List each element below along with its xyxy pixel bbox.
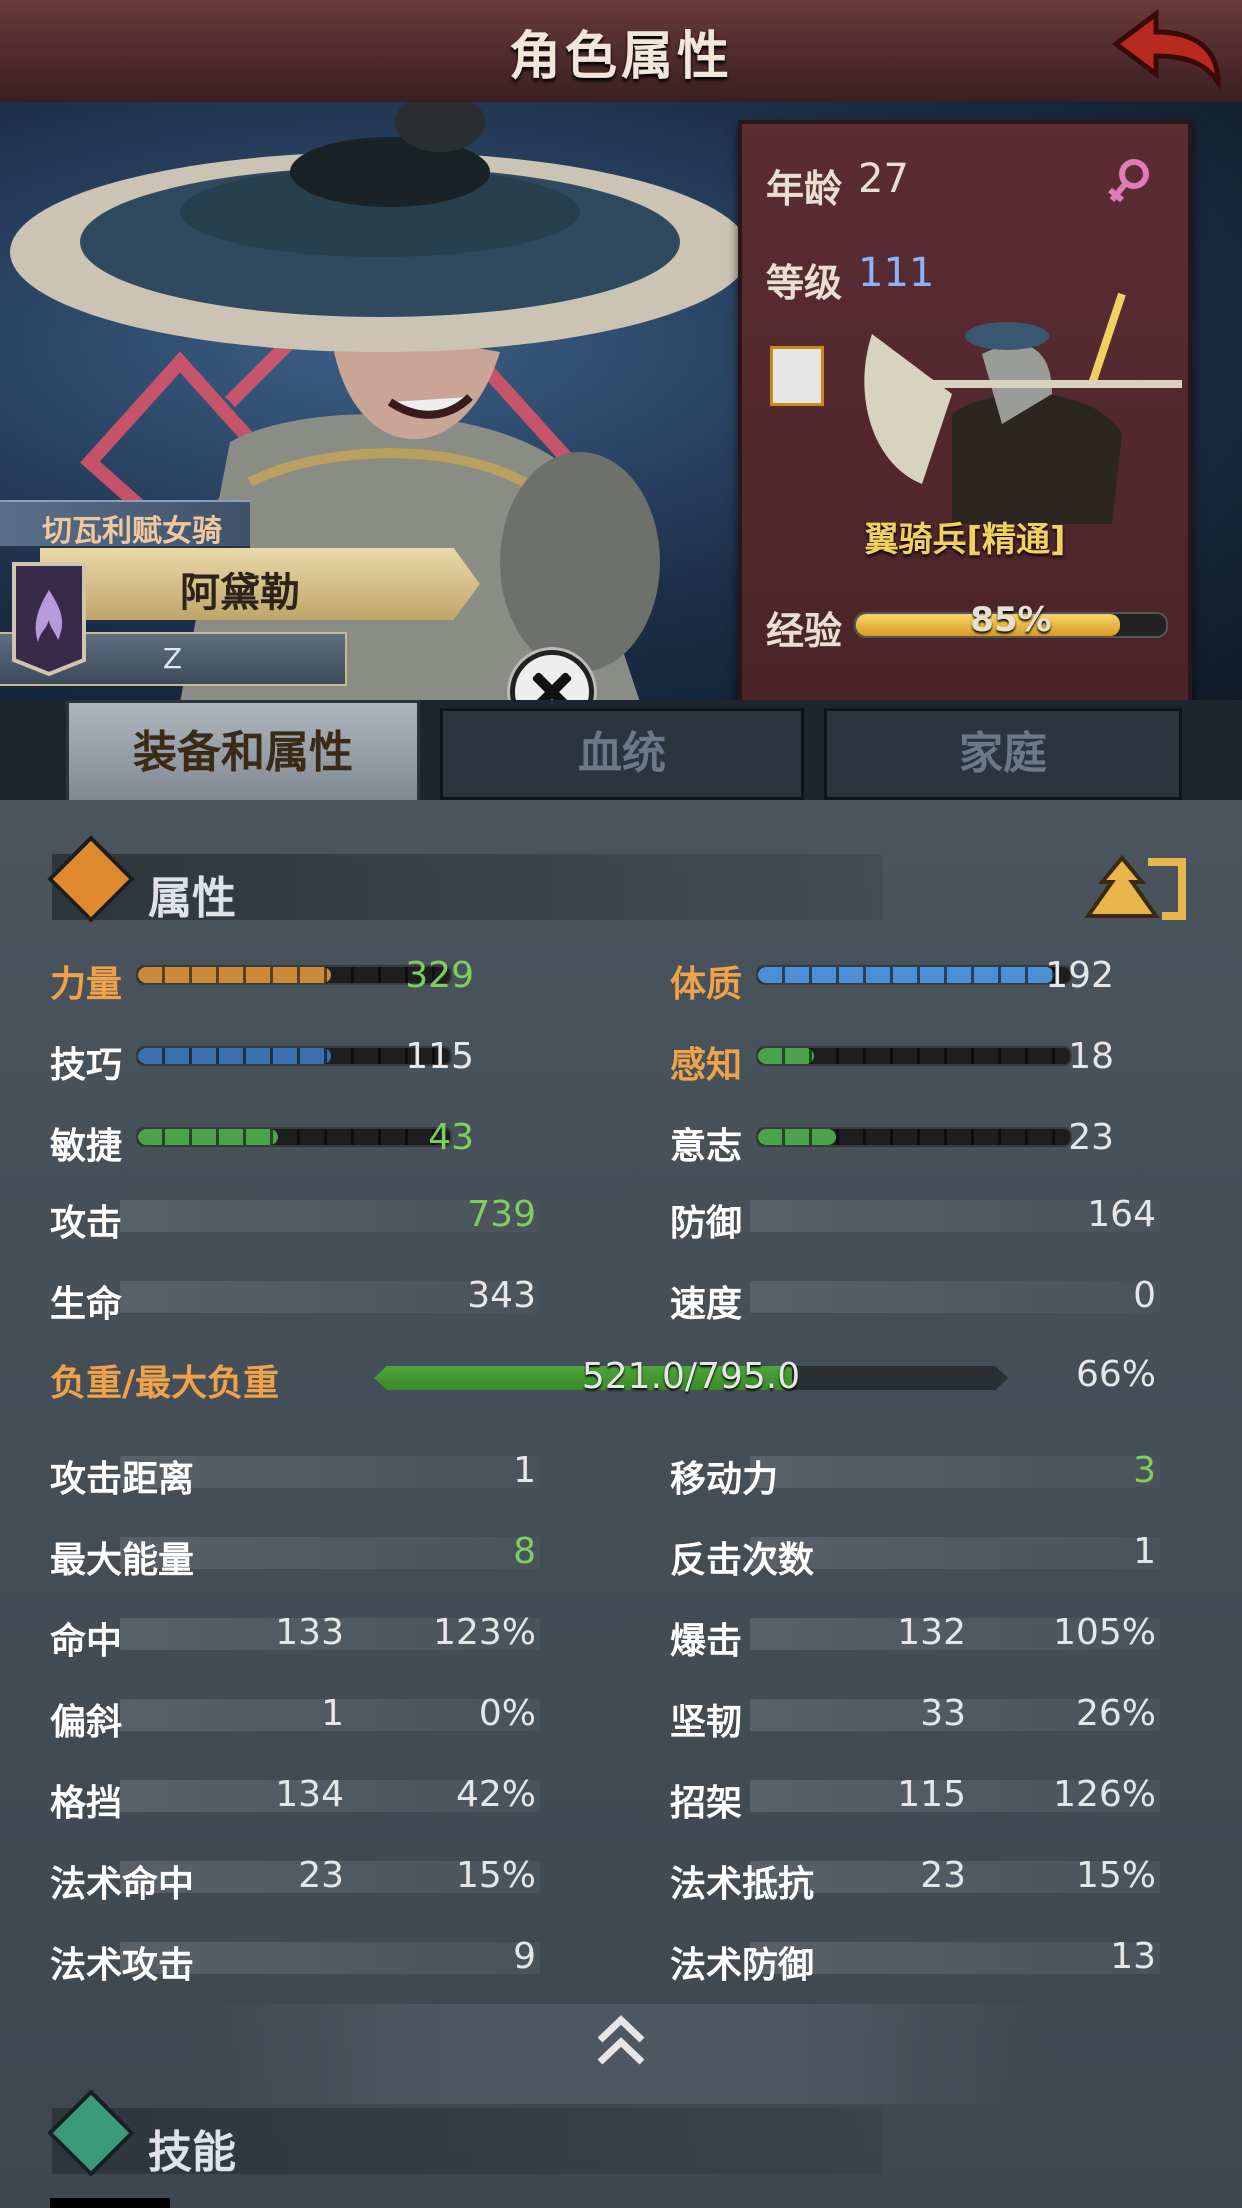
- stat-label: 法术防御: [670, 1945, 815, 1986]
- load-value: 521.0/795.0: [581, 1356, 801, 1397]
- stat-label: 偏斜: [50, 1702, 123, 1743]
- stat-label: 反击次数: [670, 1540, 815, 1581]
- stat-label: 体质: [670, 964, 743, 1005]
- class-title-plate: 切瓦利赋女骑士: [0, 500, 250, 593]
- faction-banner-icon: [12, 562, 86, 677]
- stat-label: 坚韧: [670, 1702, 743, 1743]
- chevron-up-icon[interactable]: [596, 2012, 646, 2072]
- stat-value: 739: [467, 1194, 536, 1235]
- load-label: 负重/最大负重: [50, 1363, 280, 1404]
- stat-percent: 0%: [478, 1693, 536, 1734]
- stat-value: 8: [513, 1531, 536, 1572]
- stat-value: 1: [513, 1450, 536, 1491]
- stat-percent: 15%: [455, 1855, 536, 1896]
- stat-bar-fill: [758, 1129, 836, 1145]
- stat-value: 33: [920, 1693, 966, 1734]
- stat-value: 329: [405, 955, 474, 996]
- unit-class-name: 翼骑兵[精通]: [864, 520, 1066, 560]
- stat-label: 法术命中: [50, 1864, 195, 1905]
- stat-label: 法术攻击: [50, 1945, 195, 1986]
- stat-label: 最大能量: [50, 1540, 195, 1581]
- stat-percent: 26%: [1075, 1693, 1156, 1734]
- age-value: 27: [858, 156, 909, 202]
- stat-label: 格挡: [50, 1783, 123, 1824]
- character-info-card: 年龄 27 等级 111 翼骑兵[精通] 经验 85%: [738, 120, 1192, 708]
- stat-label: 法术抵抗: [670, 1864, 815, 1905]
- load-percent: 66%: [1075, 1354, 1156, 1395]
- stat-value: 13: [1110, 1936, 1156, 1977]
- name-plate[interactable]: 阿黛勒: [40, 548, 480, 620]
- skills-section-title: 技能: [148, 2127, 236, 2178]
- tab-bar: 装备和属性 血统 家庭: [0, 700, 1242, 803]
- stat-percent: 105%: [1053, 1612, 1156, 1653]
- stat-value: 134: [275, 1774, 344, 1815]
- tab-equipment-attributes[interactable]: 装备和属性: [66, 700, 420, 803]
- stat-label: 生命: [50, 1284, 123, 1325]
- attributes-section-title: 属性: [148, 873, 236, 924]
- exp-label: 经验: [766, 609, 843, 653]
- stat-label: 移动力: [670, 1459, 779, 1500]
- title-bar: 角色属性: [0, 0, 1242, 108]
- stat-value: 9: [513, 1936, 536, 1977]
- character-name: 阿黛勒: [180, 570, 300, 616]
- stat-value: 23: [298, 1855, 344, 1896]
- stat-value: 23: [1068, 1117, 1114, 1158]
- stat-bar-fill: [138, 1048, 332, 1064]
- stat-value: 115: [897, 1774, 966, 1815]
- stat-value: 164: [1087, 1194, 1156, 1235]
- stat-percent: 126%: [1053, 1774, 1156, 1815]
- stat-value: 132: [897, 1612, 966, 1653]
- skills-section-header[interactable]: 技能: [47, 2089, 882, 2178]
- attributes-section-header[interactable]: 属性: [47, 835, 882, 924]
- stat-percent: 15%: [1075, 1855, 1156, 1896]
- stat-bar-fill: [138, 1129, 279, 1145]
- stat-value: 3: [1133, 1450, 1156, 1491]
- attribute-panel: [0, 800, 1242, 2208]
- exp-bar: 85%: [854, 600, 1168, 640]
- back-arrow-icon[interactable]: [1108, 8, 1224, 96]
- stat-label: 感知: [670, 1045, 743, 1086]
- age-label: 年龄: [766, 167, 843, 211]
- female-icon: [1108, 159, 1149, 203]
- stat-value: 0: [1133, 1275, 1156, 1316]
- sort-icon[interactable]: [1082, 852, 1188, 922]
- stat-percent: 123%: [433, 1612, 536, 1653]
- tab-family[interactable]: 家庭: [824, 708, 1182, 800]
- level-label: 等级: [766, 261, 843, 305]
- stat-label: 攻击: [50, 1203, 123, 1244]
- stat-label: 速度: [670, 1284, 743, 1325]
- stat-label: 爆击: [670, 1621, 743, 1662]
- stat-value: 133: [275, 1612, 344, 1653]
- stat-value: 1: [321, 1693, 344, 1734]
- stat-bar-fill: [138, 967, 332, 983]
- stat-value: 23: [920, 1855, 966, 1896]
- stat-label: 防御: [670, 1203, 743, 1244]
- stat-label: 力量: [50, 964, 123, 1005]
- exp-text: 85%: [970, 600, 1052, 640]
- stat-value: 1: [1133, 1531, 1156, 1572]
- stat-value: 43: [428, 1117, 474, 1158]
- stat-value: 18: [1068, 1036, 1114, 1077]
- stat-value: 343: [467, 1275, 536, 1316]
- skill-slot-edge: [50, 2198, 170, 2208]
- stat-label: 命中: [50, 1621, 123, 1662]
- rank-badge-icon[interactable]: [770, 346, 824, 406]
- stat-bar-fill: [758, 1048, 815, 1064]
- page-title: 角色属性: [508, 27, 733, 87]
- stat-label: 攻击距离: [50, 1459, 195, 1500]
- stat-percent: 42%: [455, 1774, 536, 1815]
- stat-label: 招架: [670, 1783, 743, 1824]
- stat-label: 意志: [670, 1126, 743, 1167]
- tab-bloodline[interactable]: 血统: [440, 708, 804, 800]
- stat-value: 192: [1045, 955, 1114, 996]
- stat-value: 115: [405, 1036, 474, 1077]
- stat-label: 技巧: [50, 1045, 123, 1086]
- stat-label: 敏捷: [50, 1126, 123, 1167]
